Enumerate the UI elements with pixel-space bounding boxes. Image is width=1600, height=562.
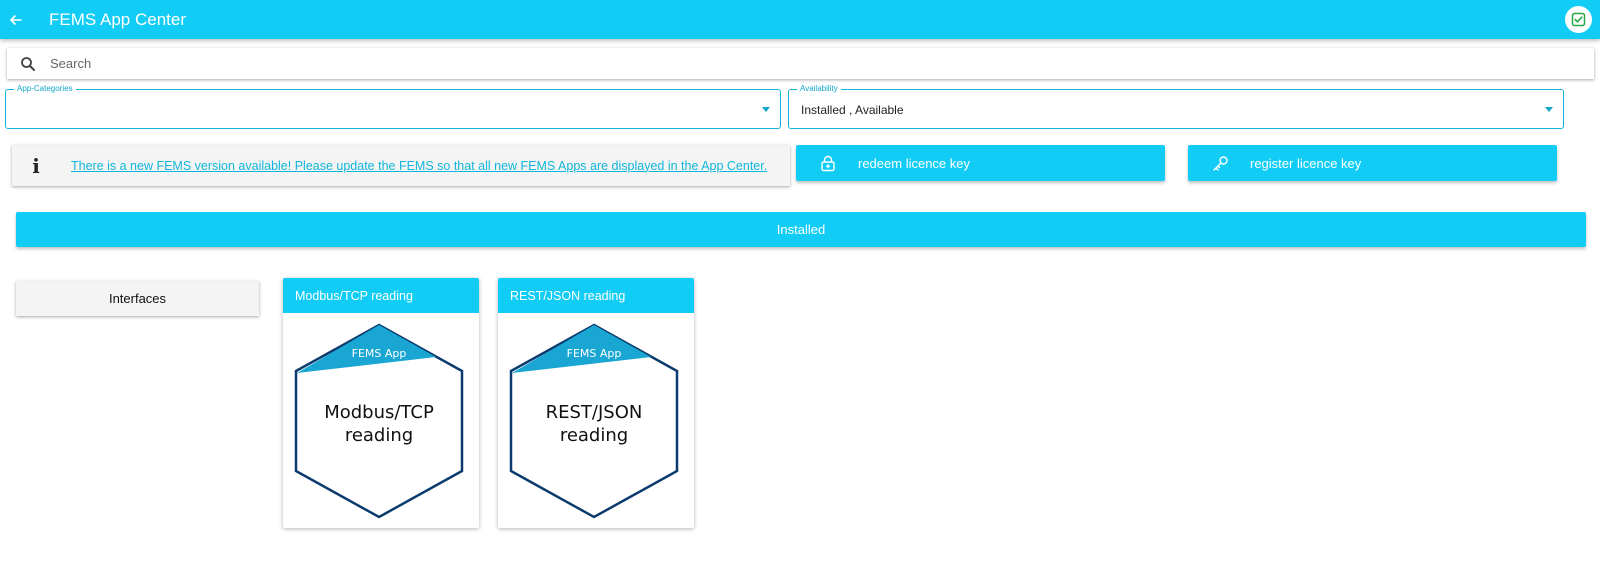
app-toolbar: FEMS App Center (0, 0, 1600, 39)
category-label: Interfaces (108, 291, 167, 306)
fems-app-hexagon-icon: FEMS App Modbus/TCP reading (294, 323, 464, 519)
installed-section-header[interactable]: Installed (16, 212, 1586, 247)
page-title: FEMS App Center (49, 9, 187, 29)
app-name-line-1: REST/JSON (546, 402, 643, 423)
confirm-button[interactable] (1565, 6, 1592, 33)
app-name-line-1: Modbus/TCP (324, 402, 434, 423)
app-badge: FEMS App (352, 347, 407, 360)
fems-app-hexagon-icon: FEMS App REST/JSON reading (509, 323, 679, 519)
app-card-title: REST/JSON reading (498, 278, 694, 313)
search-icon (20, 56, 36, 72)
info-icon: i (32, 153, 40, 178)
checkbox-checked-icon (1571, 12, 1586, 27)
availability-label: Availability (797, 84, 841, 93)
redeem-licence-key-button[interactable]: redeem licence key (796, 145, 1165, 181)
search-bar (7, 48, 1594, 79)
installed-section-label: Installed (776, 222, 826, 237)
availability-select[interactable]: Availability Installed , Available (788, 84, 1564, 129)
back-button[interactable] (2, 6, 30, 34)
category-interfaces[interactable]: Interfaces (16, 281, 259, 316)
app-badge: FEMS App (567, 347, 622, 360)
register-licence-key-button[interactable]: register licence key (1188, 145, 1557, 181)
app-name-line-2: reading (560, 425, 628, 446)
app-card-modbus-tcp[interactable]: Modbus/TCP reading FEMS App Modbus/TCP r… (283, 278, 479, 528)
availability-value: Installed , Available (801, 103, 904, 117)
update-notice-link[interactable]: There is a new FEMS version available! P… (71, 159, 767, 173)
app-card-title: Modbus/TCP reading (283, 278, 479, 313)
arrow-left-icon (10, 14, 22, 25)
app-categories-select[interactable]: App-Categories (5, 84, 781, 129)
lock-icon (808, 155, 848, 172)
dropdown-caret-icon (762, 107, 770, 112)
search-input[interactable] (50, 56, 1450, 71)
dropdown-caret-icon (1545, 107, 1553, 112)
register-licence-key-label: register licence key (1250, 155, 1362, 171)
key-icon (1200, 155, 1240, 172)
redeem-licence-key-label: redeem licence key (858, 155, 970, 171)
update-notice: i There is a new FEMS version available!… (12, 145, 790, 186)
app-name-line-2: reading (345, 425, 413, 446)
app-categories-label: App-Categories (14, 84, 76, 93)
app-card-rest-json[interactable]: REST/JSON reading FEMS App REST/JSON rea… (498, 278, 694, 528)
